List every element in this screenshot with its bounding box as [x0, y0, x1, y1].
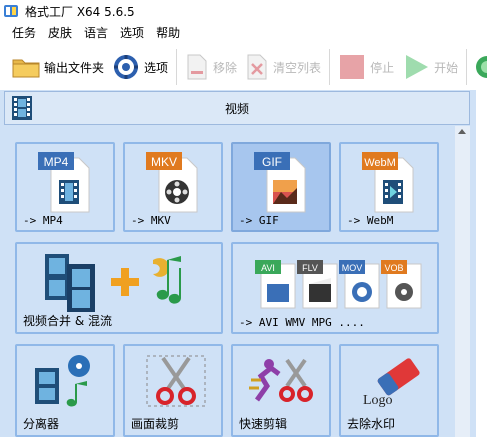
fast-cut-icon: [249, 358, 313, 402]
tile-remove-watermark[interactable]: Logo 去除水印: [339, 344, 439, 437]
menu-bar: 任务 皮肤 语言 选项 帮助: [0, 22, 500, 44]
webm-badge-text: WebM: [364, 157, 396, 169]
multi-format-icon: AVI FLV MOV VOB: [255, 260, 422, 309]
options-button[interactable]: 选项: [108, 47, 172, 87]
remove-icon: [187, 54, 207, 80]
menu-language[interactable]: 语言: [78, 22, 114, 44]
tile-to-avi-wmv-mpg[interactable]: AVI FLV MOV VOB -> AVI WMV MPG ....: [231, 242, 439, 334]
mp4-file-icon: MP4: [38, 152, 90, 213]
extra-tool-icon[interactable]: [473, 53, 488, 81]
stop-label: 停止: [370, 60, 395, 75]
mkv-badge-text: MKV: [151, 155, 177, 169]
webm-file-icon: WebM: [362, 152, 414, 213]
title-bar: 格式工厂 X64 5.6.5: [0, 0, 500, 22]
avi-badge-text: AVI: [261, 263, 275, 273]
remove-button[interactable]: 移除: [181, 47, 241, 87]
app-logo-icon: [4, 5, 18, 17]
vertical-scrollbar[interactable]: [455, 126, 470, 437]
tile-crop[interactable]: 画面裁剪: [123, 344, 223, 437]
toolbar-divider: [176, 49, 178, 85]
task-list-panel: [476, 90, 500, 437]
gear-icon: [114, 55, 139, 79]
scroll-up-arrow-icon[interactable]: [458, 129, 466, 134]
play-icon: [406, 55, 429, 79]
options-label: 选项: [144, 60, 169, 75]
gif-badge-text: GIF: [262, 155, 282, 169]
tile-to-mp4[interactable]: MP4 -> MP4: [15, 142, 115, 232]
folder-icon: [12, 59, 40, 78]
flv-badge-text: FLV: [302, 263, 318, 273]
tile-fast-cut-label: 快速剪辑: [239, 417, 288, 431]
menu-help[interactable]: 帮助: [150, 22, 186, 44]
tile-fast-cut[interactable]: 快速剪辑: [231, 344, 331, 437]
output-folder-label: 输出文件夹: [44, 60, 105, 75]
clear-list-label: 清空列表: [273, 60, 322, 75]
tile-to-mkv[interactable]: MKV -> MKV: [123, 142, 223, 232]
clear-list-icon: [247, 54, 267, 80]
video-section-label: 视频: [224, 101, 249, 116]
toolbar-divider: [329, 49, 331, 85]
output-folder-button[interactable]: 输出文件夹: [8, 47, 108, 87]
gif-file-icon: GIF: [254, 152, 306, 213]
tile-to-mp4-label: -> MP4: [23, 214, 63, 227]
start-button[interactable]: 开始: [398, 47, 462, 87]
menu-skin[interactable]: 皮肤: [42, 22, 78, 44]
tile-video-merge-label: 视频合并 & 混流: [23, 314, 112, 328]
tile-crop-label: 画面裁剪: [131, 417, 180, 431]
clear-list-button[interactable]: 清空列表: [241, 47, 325, 87]
tile-to-gif[interactable]: GIF -> GIF: [231, 142, 331, 232]
start-label: 开始: [434, 60, 459, 75]
mkv-file-icon: MKV: [146, 152, 198, 213]
tile-video-merge[interactable]: 视频合并 & 混流: [15, 242, 223, 334]
tile-remove-watermark-label: 去除水印: [347, 417, 396, 431]
tile-splitter[interactable]: 分离器: [15, 344, 115, 437]
eraser-icon: Logo: [363, 358, 420, 408]
mov-badge-text: MOV: [342, 263, 363, 273]
splitter-icon: [35, 355, 90, 407]
tile-to-mkv-label: -> MKV: [131, 214, 171, 227]
toolbar: 输出文件夹 选项 移除 清空列表 停止 开始: [0, 44, 500, 90]
menu-task[interactable]: 任务: [6, 22, 42, 44]
tile-to-gif-label: -> GIF: [239, 214, 279, 227]
menu-options[interactable]: 选项: [114, 22, 150, 44]
video-section-header[interactable]: 视频: [4, 91, 470, 125]
stop-button[interactable]: 停止: [334, 47, 398, 87]
tile-to-avi-label: -> AVI WMV MPG ....: [239, 316, 365, 329]
vob-badge-text: VOB: [384, 263, 403, 273]
mp4-badge-text: MP4: [44, 155, 69, 169]
tile-to-webm[interactable]: WebM -> WebM: [339, 142, 439, 232]
stop-icon: [340, 55, 365, 79]
tile-splitter-label: 分离器: [23, 417, 60, 431]
crop-scissors-icon: [146, 355, 206, 407]
merge-video-icon: [45, 254, 181, 312]
logo-watermark-text: Logo: [363, 393, 393, 408]
remove-label: 移除: [213, 60, 238, 75]
window-title: 格式工厂 X64 5.6.5: [25, 4, 135, 19]
tile-to-webm-label: -> WebM: [347, 214, 394, 227]
toolbar-divider: [466, 49, 468, 85]
